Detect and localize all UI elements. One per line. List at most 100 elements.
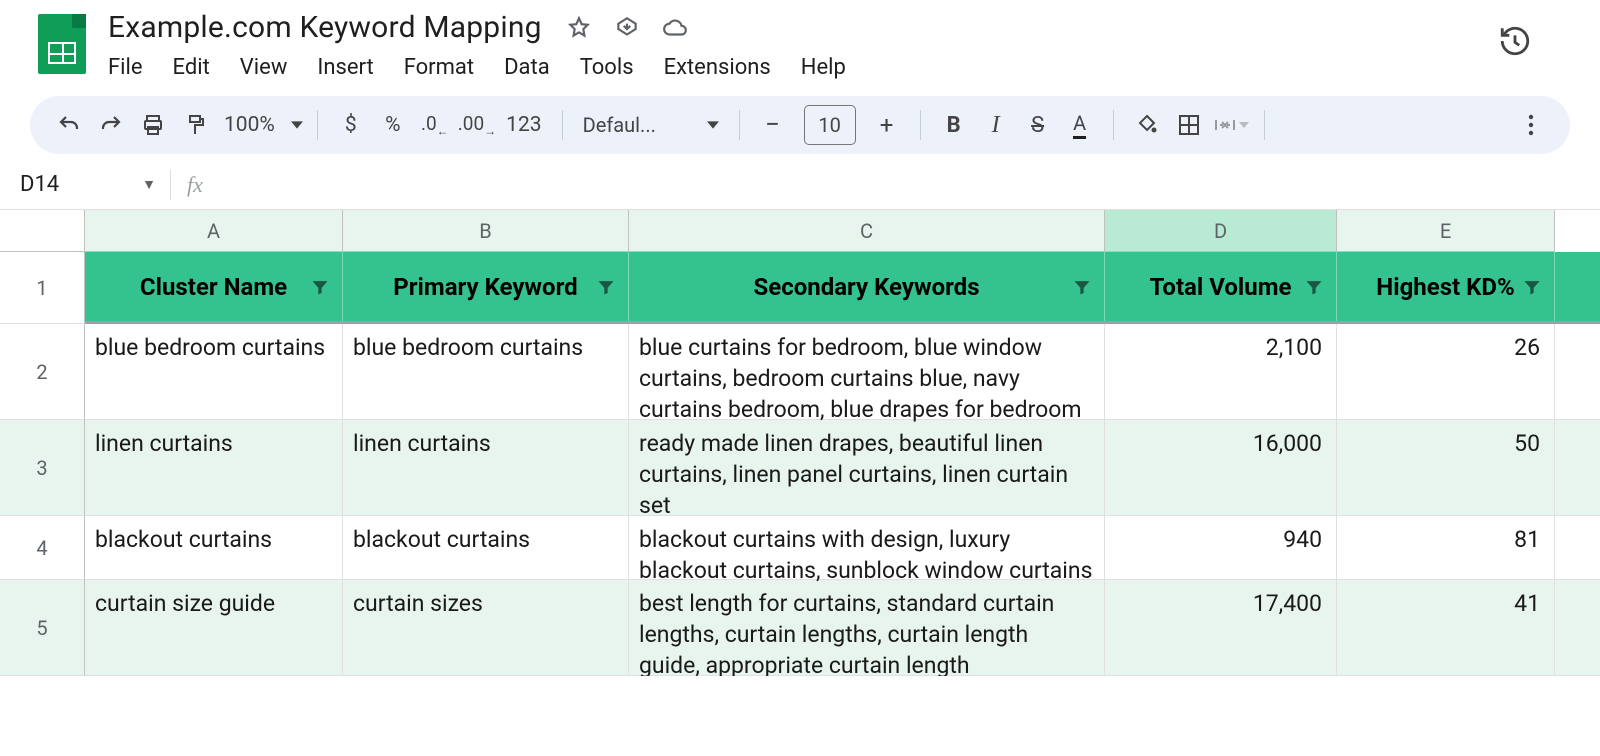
column-header[interactable]: A: [85, 210, 343, 252]
filter-icon[interactable]: [310, 277, 330, 297]
cell-primary[interactable]: curtain sizes: [343, 580, 629, 675]
menu-insert[interactable]: Insert: [317, 55, 373, 80]
borders-button[interactable]: [1170, 107, 1208, 143]
menu-edit[interactable]: Edit: [173, 55, 210, 80]
decrease-decimal-button[interactable]: .0←: [416, 107, 454, 143]
filter-icon[interactable]: [1522, 277, 1542, 297]
move-folder-icon[interactable]: [614, 15, 640, 41]
menu-tools[interactable]: Tools: [580, 55, 634, 80]
row-header[interactable]: 4: [0, 516, 85, 580]
name-box[interactable]: D14 ▼: [0, 172, 170, 197]
toolbar: 100% $ % .0← .00→ 123 Defaul... − 10 + B…: [30, 96, 1570, 154]
row-header[interactable]: 3: [0, 420, 85, 516]
cell-cluster[interactable]: blue bedroom curtains: [85, 324, 343, 419]
strikethrough-button[interactable]: S: [1019, 107, 1057, 143]
zoom-dropdown[interactable]: 100%: [218, 113, 303, 137]
header-secondary-keywords[interactable]: Secondary Keywords: [629, 252, 1105, 321]
header-cluster-name[interactable]: Cluster Name: [85, 252, 343, 321]
caret-down-icon: ▼: [142, 176, 156, 193]
more-toolbar-button[interactable]: [1512, 107, 1550, 143]
row-header[interactable]: 2: [0, 324, 85, 420]
header-primary-keyword[interactable]: Primary Keyword: [343, 252, 629, 321]
sheets-logo-icon: [38, 14, 86, 74]
italic-button[interactable]: I: [977, 107, 1015, 143]
print-button[interactable]: [134, 107, 172, 143]
cell-secondary[interactable]: best length for curtains, standard curta…: [629, 580, 1105, 675]
cloud-status-icon[interactable]: [662, 15, 688, 41]
font-dropdown[interactable]: Defaul...: [577, 113, 725, 137]
font-size-input[interactable]: 10: [804, 105, 856, 145]
table-row: linen curtains linen curtains ready made…: [85, 420, 1600, 516]
cell-secondary[interactable]: blackout curtains with design, luxury bl…: [629, 516, 1105, 579]
cell-primary[interactable]: linen curtains: [343, 420, 629, 515]
font-name: Defaul...: [583, 113, 693, 137]
fill-color-button[interactable]: [1128, 107, 1166, 143]
caret-down-icon: [707, 119, 719, 131]
filter-icon[interactable]: [596, 277, 616, 297]
column-header[interactable]: C: [629, 210, 1105, 252]
table-row: curtain size guide curtain sizes best le…: [85, 580, 1600, 676]
menu-extensions[interactable]: Extensions: [664, 55, 771, 80]
select-all-corner[interactable]: [0, 210, 85, 252]
menu-view[interactable]: View: [240, 55, 288, 80]
cell-kd[interactable]: 50: [1337, 420, 1555, 515]
app-header: Example.com Keyword Mapping File Edit Vi…: [0, 0, 1600, 92]
cell-secondary[interactable]: ready made linen drapes, beautiful linen…: [629, 420, 1105, 515]
cell-primary[interactable]: blackout curtains: [343, 516, 629, 579]
column-header[interactable]: B: [343, 210, 629, 252]
caret-down-icon: [291, 119, 303, 131]
version-history-icon[interactable]: [1498, 10, 1582, 58]
text-color-button[interactable]: A: [1061, 107, 1099, 143]
cell-volume[interactable]: 17,400: [1105, 580, 1337, 675]
header-total-volume[interactable]: Total Volume: [1105, 252, 1337, 321]
cell-kd[interactable]: 81: [1337, 516, 1555, 579]
column-header[interactable]: E: [1337, 210, 1555, 252]
filter-icon[interactable]: [1072, 277, 1092, 297]
increase-decimal-button[interactable]: .00→: [458, 107, 496, 143]
cell-primary[interactable]: blue bedroom curtains: [343, 324, 629, 419]
zoom-value: 100%: [218, 113, 281, 137]
menu-file[interactable]: File: [108, 55, 143, 80]
column-header-row: A B C D E: [85, 210, 1600, 252]
filter-icon[interactable]: [1304, 277, 1324, 297]
merge-cells-button[interactable]: [1212, 107, 1250, 143]
row-header[interactable]: 5: [0, 580, 85, 676]
cell-volume[interactable]: 16,000: [1105, 420, 1337, 515]
document-title[interactable]: Example.com Keyword Mapping: [108, 10, 542, 45]
undo-button[interactable]: [50, 107, 88, 143]
cell-kd[interactable]: 41: [1337, 580, 1555, 675]
format-currency-button[interactable]: $: [332, 107, 370, 143]
cell-volume[interactable]: 940: [1105, 516, 1337, 579]
cell-cluster[interactable]: blackout curtains: [85, 516, 343, 579]
row-header[interactable]: 1: [0, 252, 85, 324]
cell-kd[interactable]: 26: [1337, 324, 1555, 419]
cell-reference: D14: [20, 172, 59, 197]
cell-cluster[interactable]: curtain size guide: [85, 580, 343, 675]
table-row: blackout curtains blackout curtains blac…: [85, 516, 1600, 580]
row-header-column: 1 2 3 4 5: [0, 210, 85, 676]
cell-cluster[interactable]: linen curtains: [85, 420, 343, 515]
menu-data[interactable]: Data: [504, 55, 550, 80]
increase-font-button[interactable]: +: [868, 107, 906, 143]
format-percent-button[interactable]: %: [374, 107, 412, 143]
menu-bar: File Edit View Insert Format Data Tools …: [108, 45, 1498, 88]
format-number-button[interactable]: 123: [500, 107, 547, 143]
table-row: blue bedroom curtains blue bedroom curta…: [85, 324, 1600, 420]
decrease-font-button[interactable]: −: [754, 107, 792, 143]
menu-format[interactable]: Format: [404, 55, 474, 80]
cell-volume[interactable]: 2,100: [1105, 324, 1337, 419]
redo-button[interactable]: [92, 107, 130, 143]
column-header-selected[interactable]: D: [1105, 210, 1337, 252]
table-header-row: Cluster Name Primary Keyword Secondary K…: [85, 252, 1600, 324]
header-highest-kd[interactable]: Highest KD%: [1337, 252, 1555, 321]
spreadsheet-grid: 1 2 3 4 5 A B C D E Cluster Name Primary…: [0, 210, 1600, 676]
fx-icon: fx: [171, 172, 203, 198]
paint-format-button[interactable]: [176, 107, 214, 143]
menu-help[interactable]: Help: [801, 55, 846, 80]
cell-secondary[interactable]: blue curtains for bedroom, blue window c…: [629, 324, 1105, 419]
formula-bar: D14 ▼ fx: [0, 160, 1600, 210]
bold-button[interactable]: B: [935, 107, 973, 143]
toolbar-container: 100% $ % .0← .00→ 123 Defaul... − 10 + B…: [0, 92, 1600, 154]
title-bar: Example.com Keyword Mapping File Edit Vi…: [108, 10, 1498, 88]
star-icon[interactable]: [566, 15, 592, 41]
